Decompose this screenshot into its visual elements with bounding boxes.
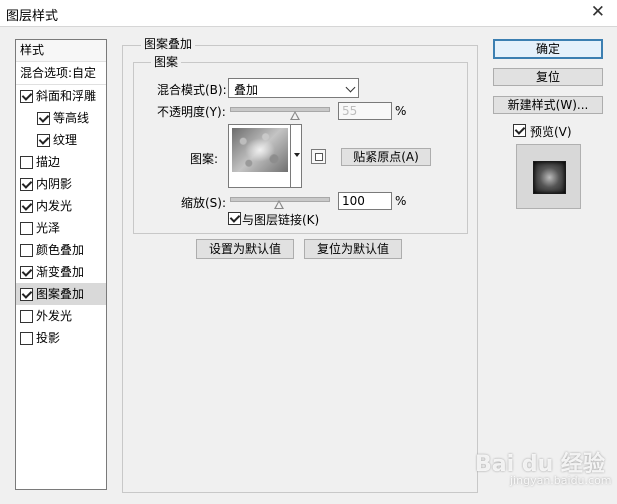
chevron-down-icon xyxy=(345,82,356,93)
baidu-watermark-url: jingyan.baidu.com xyxy=(510,474,612,487)
style-item-label: 等高线 xyxy=(53,111,90,125)
blend-mode-value: 叠加 xyxy=(234,83,259,97)
style-item[interactable]: 颜色叠加 xyxy=(16,239,106,261)
snap-to-origin-button[interactable]: 贴紧原点(A) xyxy=(341,148,431,166)
scale-label: 缩放(S): xyxy=(181,196,227,210)
style-item[interactable]: 斜面和浮雕 xyxy=(16,85,106,107)
style-item[interactable]: 投影 xyxy=(16,327,106,349)
preview-label[interactable]: 预览(V) xyxy=(530,123,572,140)
link-with-layer-label[interactable]: 与图层链接(K) xyxy=(242,211,319,228)
dropdown-arrow-icon[interactable] xyxy=(294,153,300,157)
style-item-label: 渐变叠加 xyxy=(36,265,85,279)
scale-slider-thumb[interactable] xyxy=(274,200,284,209)
preview-checkbox[interactable] xyxy=(513,124,526,137)
style-item-checkbox[interactable] xyxy=(20,156,33,169)
pattern-subgroup-title: 图案 xyxy=(151,53,182,70)
blend-options-item[interactable]: 混合选项:自定 xyxy=(16,62,106,85)
window-title: 图层样式 xyxy=(6,9,59,24)
new-preset-icon[interactable] xyxy=(311,149,326,164)
style-item[interactable]: 外发光 xyxy=(16,305,106,327)
scale-unit: % xyxy=(395,194,407,208)
reset-button[interactable]: 复位 xyxy=(493,68,603,86)
make-default-button[interactable]: 设置为默认值 xyxy=(196,239,294,259)
opacity-slider-track[interactable] xyxy=(230,107,330,112)
style-item[interactable]: 描边 xyxy=(16,151,106,173)
blend-mode-label: 混合模式(B): xyxy=(157,83,227,97)
scale-field[interactable]: 100 xyxy=(338,192,392,210)
style-item-checkbox[interactable] xyxy=(20,90,33,103)
style-item-label: 斜面和浮雕 xyxy=(36,89,97,103)
style-item[interactable]: 内发光 xyxy=(16,195,106,217)
style-item[interactable]: 光泽 xyxy=(16,217,106,239)
style-item-checkbox[interactable] xyxy=(37,134,50,147)
style-items: 斜面和浮雕等高线纹理描边内阴影内发光光泽颜色叠加渐变叠加图案叠加外发光投影 xyxy=(16,85,106,349)
style-item-checkbox[interactable] xyxy=(20,288,33,301)
style-item-label: 纹理 xyxy=(53,133,78,147)
style-item-checkbox[interactable] xyxy=(20,222,33,235)
style-item[interactable]: 图案叠加 xyxy=(16,283,106,305)
style-item-label: 内发光 xyxy=(36,199,73,213)
style-item-label: 光泽 xyxy=(36,221,61,235)
opacity-label: 不透明度(Y): xyxy=(157,105,226,119)
link-with-layer-checkbox[interactable] xyxy=(228,212,241,225)
style-item-checkbox[interactable] xyxy=(20,332,33,345)
style-item-label: 内阴影 xyxy=(36,177,73,191)
style-item-checkbox[interactable] xyxy=(20,244,33,257)
opacity-unit: % xyxy=(395,104,407,118)
style-item-label: 颜色叠加 xyxy=(36,243,85,257)
blend-mode-select[interactable]: 叠加 xyxy=(228,78,359,98)
style-item-checkbox[interactable] xyxy=(20,266,33,279)
style-item[interactable]: 内阴影 xyxy=(16,173,106,195)
title-bar: 图层样式 ✕ xyxy=(0,0,617,26)
style-item-checkbox[interactable] xyxy=(20,310,33,323)
style-preview-thumbnail xyxy=(516,144,581,209)
pattern-picker-divider xyxy=(290,125,291,187)
opacity-field[interactable]: 55 xyxy=(338,102,392,120)
style-list: 样式 混合选项:自定 斜面和浮雕等高线纹理描边内阴影内发光光泽颜色叠加渐变叠加图… xyxy=(15,39,107,490)
pattern-overlay-title: 图案叠加 xyxy=(141,35,196,52)
style-item[interactable]: 渐变叠加 xyxy=(16,261,106,283)
pattern-picker[interactable] xyxy=(228,124,302,188)
style-item-checkbox[interactable] xyxy=(20,200,33,213)
style-item-checkbox[interactable] xyxy=(37,112,50,125)
style-item-label: 投影 xyxy=(36,331,61,345)
new-style-button[interactable]: 新建样式(W)... xyxy=(493,96,603,114)
preview-square xyxy=(533,161,566,194)
opacity-slider-thumb[interactable] xyxy=(290,111,300,120)
close-icon[interactable]: ✕ xyxy=(591,2,605,22)
style-item-label: 图案叠加 xyxy=(36,287,85,301)
style-item-label: 外发光 xyxy=(36,309,73,323)
style-item[interactable]: 等高线 xyxy=(16,107,106,129)
pattern-label: 图案: xyxy=(190,152,219,166)
reset-default-button[interactable]: 复位为默认值 xyxy=(304,239,402,259)
style-list-header[interactable]: 样式 xyxy=(16,40,106,62)
style-item-checkbox[interactable] xyxy=(20,178,33,191)
ok-button[interactable]: 确定 xyxy=(493,39,603,59)
style-item[interactable]: 纹理 xyxy=(16,129,106,151)
style-item-label: 描边 xyxy=(36,155,61,169)
pattern-swatch xyxy=(232,128,288,172)
